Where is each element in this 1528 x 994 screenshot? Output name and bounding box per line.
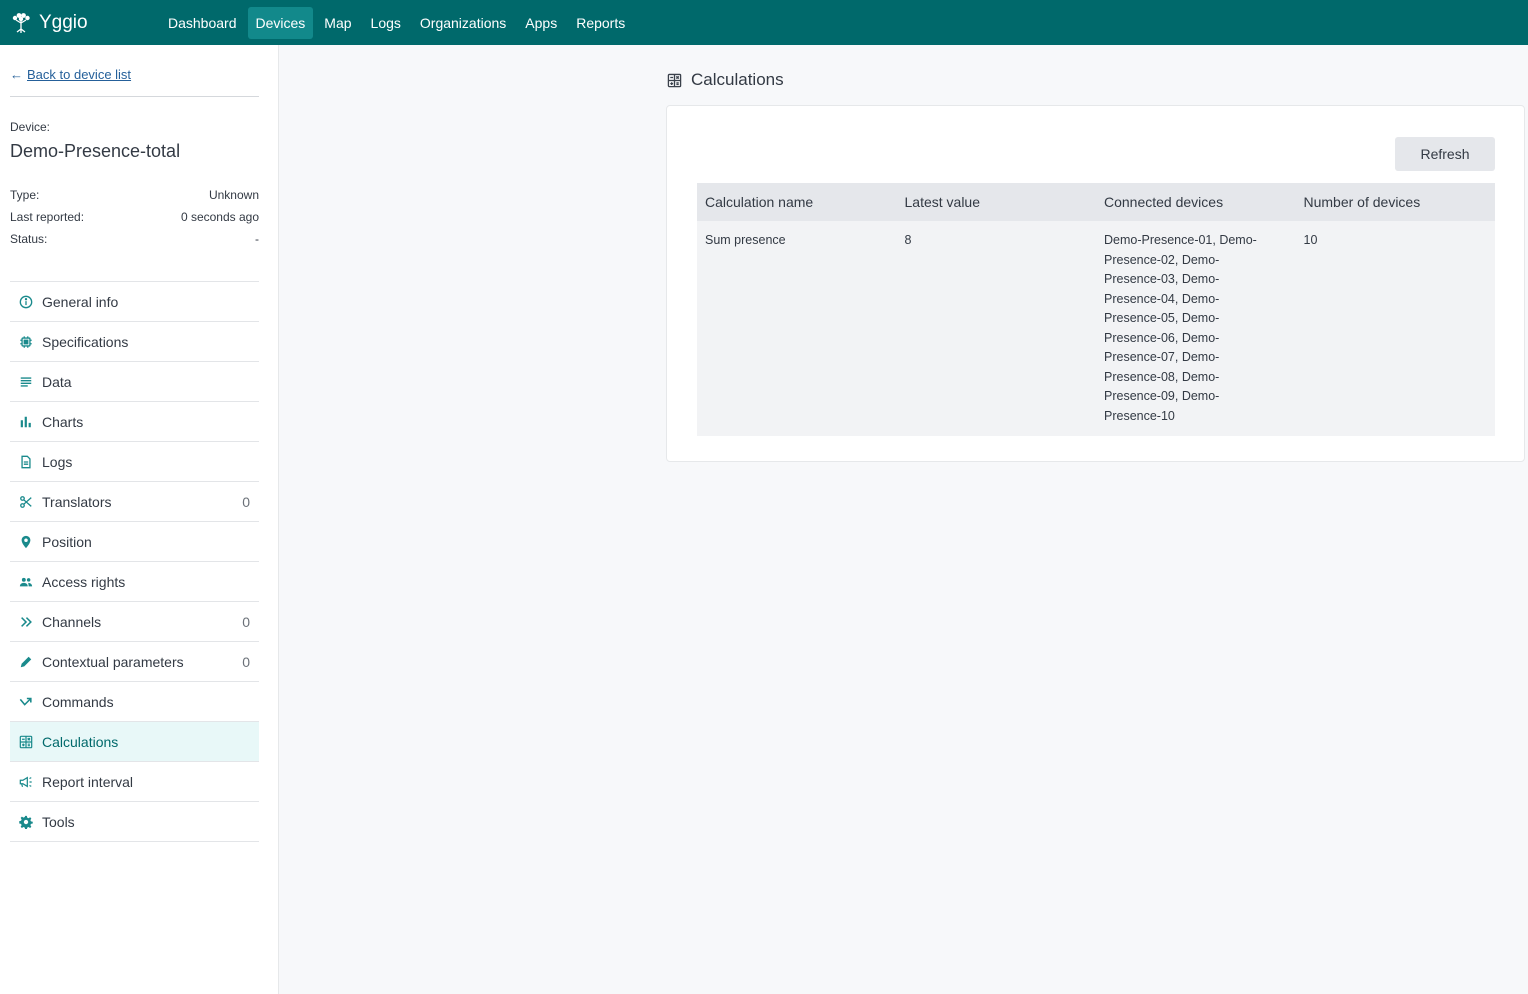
nav-reports[interactable]: Reports bbox=[568, 7, 633, 39]
info-value: 0 seconds ago bbox=[180, 210, 259, 224]
column-header-number-of-devices[interactable]: Number of devices bbox=[1296, 194, 1496, 210]
page-title: Calculations bbox=[667, 70, 784, 90]
nav-map[interactable]: Map bbox=[316, 7, 359, 39]
info-value: Unknown bbox=[208, 188, 259, 202]
bar-chart-icon bbox=[18, 414, 34, 430]
table-row[interactable]: Sum presence 8 Demo-Presence-01, Demo-Pr… bbox=[697, 221, 1495, 436]
menu-label: Calculations bbox=[42, 733, 119, 750]
info-row-status: Status: - bbox=[10, 232, 259, 246]
device-label: Device: bbox=[10, 120, 51, 134]
app-logo[interactable]: Yggio bbox=[9, 11, 159, 35]
page-title-text: Calculations bbox=[691, 70, 784, 89]
scissors-icon bbox=[18, 494, 34, 510]
nav-dashboard[interactable]: Dashboard bbox=[160, 7, 245, 39]
sidebar-item-data[interactable]: Data bbox=[10, 362, 259, 402]
sidebar-item-contextual-parameters[interactable]: Contextual parameters 0 bbox=[10, 642, 259, 682]
cell-number-of-devices: 10 bbox=[1303, 233, 1318, 247]
column-header-connected-devices[interactable]: Connected devices bbox=[1096, 194, 1296, 210]
sidebar-item-logs[interactable]: Logs bbox=[10, 442, 259, 482]
info-label: Last reported: bbox=[10, 210, 85, 224]
back-to-device-list-link[interactable]: ← Back to device list bbox=[10, 67, 131, 82]
cell-connected-devices: Demo-Presence-01, Demo-Presence-02, Demo… bbox=[1104, 233, 1257, 423]
sidebar-item-specifications[interactable]: Specifications bbox=[10, 322, 259, 362]
command-arrow-icon bbox=[18, 694, 34, 710]
refresh-button[interactable]: Refresh bbox=[1395, 137, 1495, 171]
lines-icon bbox=[18, 374, 34, 390]
chip-icon bbox=[18, 334, 34, 350]
menu-label: Access rights bbox=[42, 573, 126, 590]
nav-organizations[interactable]: Organizations bbox=[412, 7, 514, 39]
gear-icon bbox=[18, 814, 34, 830]
document-icon bbox=[18, 454, 34, 470]
map-pin-icon bbox=[18, 534, 34, 550]
nav-apps[interactable]: Apps bbox=[517, 7, 565, 39]
table-header: Calculation name Latest value Connected … bbox=[697, 183, 1495, 221]
device-sidebar: ← Back to device list Device: Demo-Prese… bbox=[0, 45, 279, 994]
sidebar-item-position[interactable]: Position bbox=[10, 522, 259, 562]
cell-connected-devices-wrap: Demo-Presence-01, Demo-Presence-02, Demo… bbox=[1096, 231, 1296, 426]
main-nav: Dashboard Devices Map Logs Organizations… bbox=[160, 6, 636, 39]
column-header-calculation-name[interactable]: Calculation name bbox=[697, 194, 897, 210]
megaphone-icon bbox=[18, 774, 34, 790]
nav-devices[interactable]: Devices bbox=[247, 6, 314, 39]
cell-calculation-name: Sum presence bbox=[705, 233, 786, 247]
menu-label: Position bbox=[42, 533, 92, 550]
translators-count: 0 bbox=[242, 493, 250, 510]
menu-label: Report interval bbox=[42, 773, 134, 790]
menu-label: Commands bbox=[42, 693, 114, 710]
arrow-left-icon: ← bbox=[10, 67, 23, 82]
info-icon bbox=[18, 294, 34, 310]
channels-count: 0 bbox=[242, 613, 250, 630]
menu-label: Channels bbox=[42, 613, 102, 630]
calculator-icon bbox=[667, 73, 682, 87]
column-header-latest-value[interactable]: Latest value bbox=[897, 194, 1097, 210]
calculations-table: Calculation name Latest value Connected … bbox=[697, 183, 1495, 436]
sidebar-item-calculations[interactable]: Calculations bbox=[10, 722, 259, 762]
sidebar-item-report-interval[interactable]: Report interval bbox=[10, 762, 259, 802]
info-value: - bbox=[255, 232, 259, 246]
info-row-last-reported: Last reported: 0 seconds ago bbox=[10, 210, 259, 224]
info-label: Type: bbox=[10, 188, 40, 202]
nav-logs[interactable]: Logs bbox=[363, 7, 409, 39]
info-label: Status: bbox=[10, 232, 48, 246]
device-name: Demo-Presence-total bbox=[10, 141, 181, 161]
double-chevron-right-icon bbox=[18, 614, 34, 630]
menu-label: Tools bbox=[42, 813, 75, 830]
sidebar-item-translators[interactable]: Translators 0 bbox=[10, 482, 259, 522]
device-menu: General info Specifications Data Charts … bbox=[10, 281, 259, 842]
menu-label: Specifications bbox=[42, 333, 129, 350]
sidebar-item-commands[interactable]: Commands bbox=[10, 682, 259, 722]
menu-label: Contextual parameters bbox=[42, 653, 184, 670]
back-link-label: Back to device list bbox=[27, 67, 132, 82]
menu-label: Translators bbox=[42, 493, 112, 510]
menu-label: Data bbox=[42, 373, 72, 390]
divider bbox=[10, 96, 259, 97]
contextual-parameters-count: 0 bbox=[242, 653, 250, 670]
sidebar-item-access-rights[interactable]: Access rights bbox=[10, 562, 259, 602]
sidebar-item-tools[interactable]: Tools bbox=[10, 802, 259, 842]
menu-label: Logs bbox=[42, 453, 73, 470]
tree-icon bbox=[12, 12, 30, 33]
menu-label: Charts bbox=[42, 413, 84, 430]
app-name: Yggio bbox=[39, 11, 88, 33]
sidebar-item-general-info[interactable]: General info bbox=[10, 282, 259, 322]
pencil-icon bbox=[18, 654, 34, 670]
sidebar-item-channels[interactable]: Channels 0 bbox=[10, 602, 259, 642]
info-row-type: Type: Unknown bbox=[10, 188, 259, 202]
calculations-card: Refresh Calculation name Latest value Co… bbox=[666, 105, 1525, 462]
users-icon bbox=[18, 574, 34, 590]
calculator-icon bbox=[18, 734, 34, 750]
cell-latest-value: 8 bbox=[904, 233, 912, 247]
menu-label: General info bbox=[42, 293, 119, 310]
sidebar-item-charts[interactable]: Charts bbox=[10, 402, 259, 442]
top-navigation-bar: Yggio Dashboard Devices Map Logs Organiz… bbox=[0, 0, 1528, 45]
